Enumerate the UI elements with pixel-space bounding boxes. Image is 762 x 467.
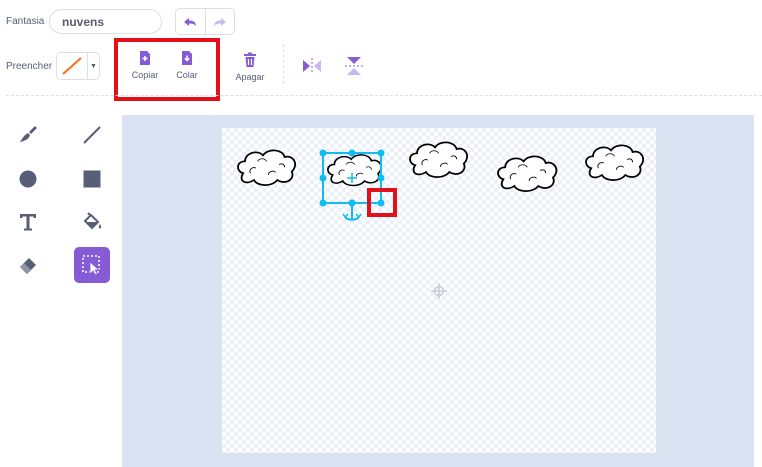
line-tool[interactable] [74, 117, 110, 153]
brush-icon [20, 126, 37, 142]
flip-horizontal-button[interactable] [301, 57, 323, 80]
rectangle-icon [83, 170, 101, 188]
costume-label: Fantasia [6, 16, 45, 27]
undo-redo-group [175, 8, 235, 35]
paint-bucket-icon [83, 212, 102, 230]
eraser-icon [20, 258, 36, 274]
flip-vertical-icon [345, 57, 363, 75]
chevron-down-icon: ▼ [90, 62, 97, 70]
rectangle-tool[interactable] [74, 161, 110, 197]
line-icon [83, 126, 101, 144]
circle-tool[interactable] [10, 161, 46, 197]
paste-icon [182, 51, 192, 65]
text-icon [20, 214, 36, 231]
undo-button[interactable] [176, 9, 206, 34]
costume-name-input[interactable] [49, 9, 162, 34]
redo-icon [213, 17, 226, 26]
fill-color-swatch [57, 53, 88, 79]
flip-horizontal-icon [303, 58, 321, 74]
toolbar-separator [6, 95, 762, 96]
undo-icon [184, 17, 197, 26]
resize-handle-highlight [367, 188, 397, 217]
select-icon [82, 255, 101, 276]
delete-label: Apagar [235, 72, 265, 82]
select-tool[interactable] [74, 247, 110, 283]
paste-label: Colar [176, 70, 198, 80]
delete-button[interactable]: Apagar [232, 52, 268, 82]
cloud-1 [237, 149, 297, 187]
flip-vertical-button[interactable] [344, 55, 364, 82]
toolbar-divider [283, 44, 284, 84]
fill-color-button[interactable]: ▼ [56, 52, 100, 80]
copy-label: Copiar [131, 70, 159, 80]
redo-button[interactable] [206, 9, 235, 34]
cloud-selected [327, 154, 383, 187]
paste-button[interactable]: Colar [170, 50, 204, 80]
brush-tool[interactable] [10, 117, 46, 153]
fill-tool[interactable] [74, 204, 110, 240]
text-tool[interactable] [10, 204, 46, 240]
crosshair-icon [431, 283, 447, 299]
trash-icon [244, 52, 256, 67]
circle-icon [19, 170, 37, 188]
eraser-tool[interactable] [10, 247, 46, 283]
cloud-5 [585, 144, 645, 182]
cloud-3 [409, 141, 469, 179]
copy-icon [140, 51, 150, 65]
canvas-artwork [237, 141, 645, 299]
copy-button[interactable]: Copiar [126, 50, 164, 80]
cloud-4 [497, 155, 558, 193]
fill-label: Preencher [6, 61, 53, 72]
